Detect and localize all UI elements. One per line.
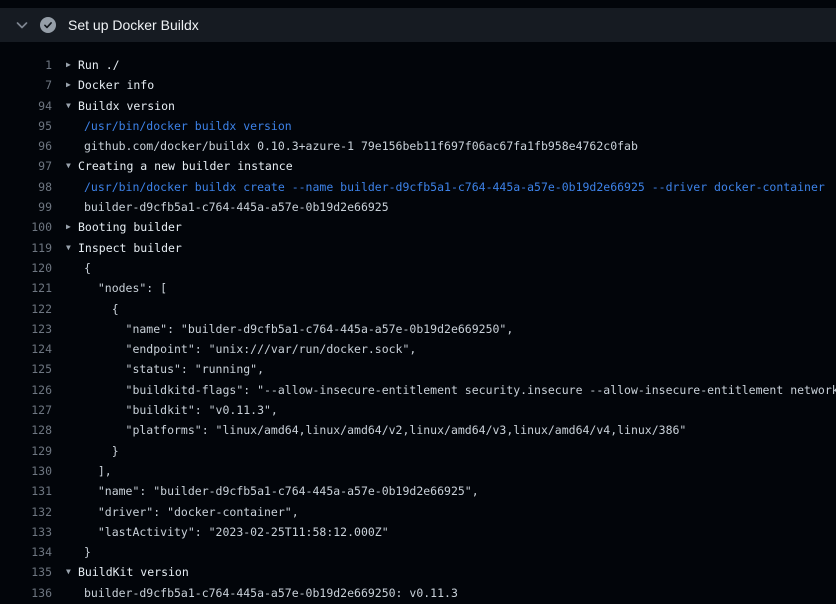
log-lines: 1▶Run ./7▶Docker info94▼Buildx version95… (0, 42, 836, 603)
log-output-text: } (84, 441, 119, 461)
log-output-text: "driver": "docker-container", (84, 502, 299, 522)
log-output-text: "endpoint": "unix:///var/run/docker.sock… (84, 339, 416, 359)
group-title: Run ./ (78, 55, 120, 75)
log-line-row: 133 "lastActivity": "2023-02-25T11:58:12… (0, 522, 836, 542)
log-line-row: 125 "status": "running", (0, 359, 836, 379)
log-group-row[interactable]: 100 ▶Booting builder (0, 217, 836, 237)
line-number[interactable]: 131 (0, 481, 52, 501)
log-group-row[interactable]: 97 ▼Creating a new builder instance (0, 156, 836, 176)
step-header[interactable]: Set up Docker Buildx (0, 8, 836, 42)
log-line-row: 124 "endpoint": "unix:///var/run/docker.… (0, 339, 836, 359)
log-output-text: "lastActivity": "2023-02-25T11:58:12.000… (84, 522, 389, 542)
log-line-row: 99 builder-d9cfb5a1-c764-445a-a57e-0b19d2… (0, 197, 836, 217)
line-number[interactable]: 119 (0, 238, 52, 258)
line-number[interactable]: 100 (0, 217, 52, 237)
log-line-row: 128 "platforms": "linux/amd64,linux/amd6… (0, 420, 836, 440)
log-output-text: ], (84, 461, 112, 481)
line-number[interactable]: 127 (0, 400, 52, 420)
line-number[interactable]: 1 (0, 55, 52, 75)
caret-expanded-icon[interactable]: ▼ (66, 562, 78, 582)
log-command-text: /usr/bin/docker buildx version (84, 116, 292, 136)
line-number[interactable]: 97 (0, 156, 52, 176)
log-group-row[interactable]: 7 ▶Docker info (0, 75, 836, 95)
line-number[interactable]: 128 (0, 420, 52, 440)
group-title: Booting builder (78, 217, 182, 237)
line-number[interactable]: 99 (0, 197, 52, 217)
line-number[interactable]: 122 (0, 299, 52, 319)
line-number[interactable]: 98 (0, 177, 52, 197)
log-line-row: 95/usr/bin/docker buildx version (0, 116, 836, 136)
line-number[interactable]: 95 (0, 116, 52, 136)
caret-collapsed-icon[interactable]: ▶ (66, 55, 78, 75)
log-line-row: 130 ], (0, 461, 836, 481)
log-output-text: { (84, 258, 91, 278)
group-title: Creating a new builder instance (78, 156, 293, 176)
log-output-text: "buildkitd-flags": "--allow-insecure-ent… (84, 380, 836, 400)
group-title: Inspect builder (78, 238, 182, 258)
log-line-row: 127 "buildkit": "v0.11.3", (0, 400, 836, 420)
line-number[interactable]: 96 (0, 136, 52, 156)
line-number[interactable]: 132 (0, 502, 52, 522)
group-title: Buildx version (78, 96, 175, 116)
log-line-row: 132 "driver": "docker-container", (0, 502, 836, 522)
line-number[interactable]: 7 (0, 75, 52, 95)
log-line-row: 120 { (0, 258, 836, 278)
log-line-row: 136 builder-d9cfb5a1-c764-445a-a57e-0b19d… (0, 583, 836, 603)
log-output-text: "status": "running", (84, 359, 264, 379)
group-title: Docker info (78, 75, 154, 95)
log-group-row[interactable]: 1 ▶Run ./ (0, 55, 836, 75)
log-line-row: 134} (0, 542, 836, 562)
log-line-row: 123 "name": "builder-d9cfb5a1-c764-445a-… (0, 319, 836, 339)
log-command-text: /usr/bin/docker buildx create --name bui… (84, 177, 825, 197)
log-group-row[interactable]: 119 ▼Inspect builder (0, 238, 836, 258)
line-number[interactable]: 136 (0, 583, 52, 603)
line-number[interactable]: 121 (0, 278, 52, 298)
line-number[interactable]: 130 (0, 461, 52, 481)
log-line-row: 121 "nodes": [ (0, 278, 836, 298)
line-number[interactable]: 125 (0, 359, 52, 379)
line-number[interactable]: 126 (0, 380, 52, 400)
step-title: Set up Docker Buildx (68, 17, 199, 33)
log-output-text: "nodes": [ (84, 278, 167, 298)
log-output-text: builder-d9cfb5a1-c764-445a-a57e-0b19d2e6… (84, 583, 458, 603)
line-number[interactable]: 133 (0, 522, 52, 542)
group-title: BuildKit version (78, 562, 189, 582)
caret-collapsed-icon[interactable]: ▶ (66, 217, 78, 237)
caret-collapsed-icon[interactable]: ▶ (66, 75, 78, 95)
log-output-text: builder-d9cfb5a1-c764-445a-a57e-0b19d2e6… (84, 197, 389, 217)
line-number[interactable]: 134 (0, 542, 52, 562)
caret-expanded-icon[interactable]: ▼ (66, 96, 78, 116)
log-output-text: } (84, 542, 91, 562)
log-output-text: "platforms": "linux/amd64,linux/amd64/v2… (84, 420, 686, 440)
caret-expanded-icon[interactable]: ▼ (66, 156, 78, 176)
log-line-row: 126 "buildkitd-flags": "--allow-insecure… (0, 380, 836, 400)
log-output-text: "name": "builder-d9cfb5a1-c764-445a-a57e… (84, 319, 513, 339)
log-line-row: 96 github.com/docker/buildx 0.10.3+azure-… (0, 136, 836, 156)
check-circle-icon (40, 17, 56, 33)
line-number[interactable]: 94 (0, 96, 52, 116)
line-number[interactable]: 129 (0, 441, 52, 461)
line-number[interactable]: 135 (0, 562, 52, 582)
line-number[interactable]: 120 (0, 258, 52, 278)
log-line-row: 131 "name": "builder-d9cfb5a1-c764-445a-… (0, 481, 836, 501)
log-output-text: github.com/docker/buildx 0.10.3+azure-1 … (84, 136, 638, 156)
line-number[interactable]: 124 (0, 339, 52, 359)
log-line-row: 98/usr/bin/docker buildx create --name b… (0, 177, 836, 197)
log-output-text: { (84, 299, 119, 319)
caret-expanded-icon[interactable]: ▼ (66, 238, 78, 258)
log-line-row: 122 { (0, 299, 836, 319)
log-output-text: "name": "builder-d9cfb5a1-c764-445a-a57e… (84, 481, 479, 501)
log-group-row[interactable]: 135 ▼BuildKit version (0, 562, 836, 582)
log-output-text: "buildkit": "v0.11.3", (84, 400, 278, 420)
line-number[interactable]: 123 (0, 319, 52, 339)
log-line-row: 129 } (0, 441, 836, 461)
chevron-down-icon[interactable] (14, 17, 30, 33)
log-group-row[interactable]: 94 ▼Buildx version (0, 96, 836, 116)
